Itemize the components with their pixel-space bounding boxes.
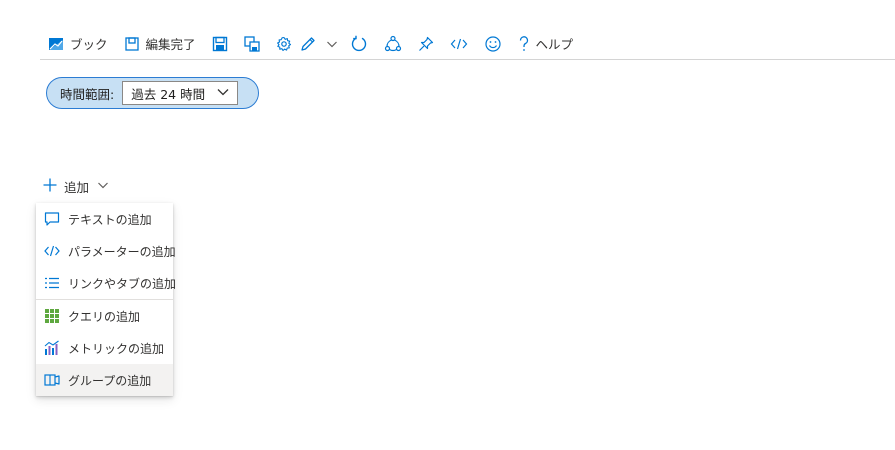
menu-item-label: パラメーターの追加 [68, 244, 176, 259]
help-label: ヘルプ [535, 37, 574, 52]
refresh-button[interactable] [342, 31, 376, 57]
time-range-dropdown[interactable]: 過去 24 時間 [122, 81, 239, 105]
code-button[interactable] [442, 31, 476, 57]
menu-item-label: グループの追加 [68, 373, 152, 388]
workbook-label: ブック [70, 37, 108, 52]
comment-icon [44, 211, 60, 227]
chevron-down-icon[interactable] [326, 38, 338, 50]
add-label: 追加 [64, 179, 90, 195]
pin-button[interactable] [410, 31, 442, 57]
edit-done-button[interactable]: 編集完了 [116, 31, 204, 57]
chevron-down-icon [97, 179, 109, 194]
menu-item-add-metric[interactable]: メトリックの追加 [36, 332, 173, 364]
menu-item-label: リンクやタブの追加 [68, 276, 177, 291]
smiley-icon [484, 35, 502, 53]
save-button[interactable] [204, 31, 236, 57]
menu-item-label: クエリの追加 [68, 309, 141, 324]
menu-item-add-query[interactable]: クエリの追加 [36, 300, 173, 332]
save-as-icon [243, 35, 260, 52]
save-icon [212, 36, 228, 52]
add-button[interactable]: 追加 [42, 174, 109, 198]
menu-item-add-links-tabs[interactable]: リンクやタブの追加 [36, 267, 177, 299]
edit-done-icon [124, 36, 140, 52]
refresh-icon [350, 35, 368, 53]
time-range-label: 時間範囲: [60, 86, 115, 102]
share-icon [384, 35, 402, 53]
settings-button[interactable] [268, 31, 300, 57]
grid-icon [44, 308, 60, 324]
menu-item-add-group[interactable]: グループの追加 [36, 364, 173, 396]
time-range-value: 過去 24 時間 [131, 86, 206, 102]
share-button[interactable] [376, 31, 410, 57]
code-icon [450, 36, 468, 52]
workbook-button[interactable]: ブック [40, 31, 116, 57]
chevron-down-icon [217, 86, 229, 101]
help-button[interactable]: ヘルプ [510, 31, 582, 57]
edit-pencil-button[interactable] [300, 31, 342, 57]
help-icon [518, 35, 530, 53]
pencil-icon [300, 36, 316, 52]
list-icon [44, 275, 60, 291]
feedback-button[interactable] [476, 31, 510, 57]
time-range-pill: 時間範囲: 過去 24 時間 [46, 77, 259, 109]
menu-item-add-parameters[interactable]: パラメーターの追加 [36, 235, 176, 267]
menu-item-add-text[interactable]: テキストの追加 [36, 203, 173, 235]
save-as-button[interactable] [236, 31, 268, 57]
group-icon [44, 372, 60, 388]
settings-icon [276, 36, 292, 52]
metric-chart-icon [44, 340, 60, 356]
menu-item-label: メトリックの追加 [68, 341, 165, 356]
menu-item-label: テキストの追加 [68, 212, 152, 227]
add-menu: テキストの追加 パラメーターの追加 リンクやタブの追加 クエリの追加 メトリック… [36, 203, 177, 396]
workbook-icon [48, 36, 64, 52]
edit-done-label: 編集完了 [145, 37, 196, 52]
plus-icon [42, 177, 58, 196]
toolbar: ブック 編集完了 ヘルプ [40, 30, 895, 60]
code-icon [44, 243, 60, 259]
pin-icon [418, 36, 434, 52]
